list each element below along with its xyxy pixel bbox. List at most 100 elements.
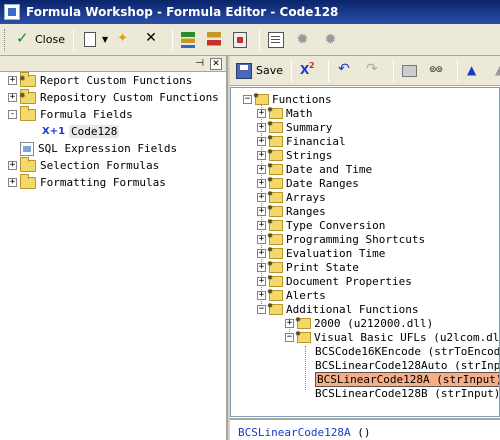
properties-button[interactable] (264, 28, 292, 52)
expand-icon[interactable]: + (8, 76, 17, 85)
tree-item-label: Strings (286, 148, 333, 162)
toolbar-separator (457, 59, 459, 82)
collapse-icon[interactable]: - (8, 110, 17, 119)
tree-item-function-library[interactable]: − Visual Basic UFLs (u2lcom.dll) (285, 328, 500, 344)
tree-item-label: BCSLinearCode128A (strInput) (315, 371, 499, 387)
chevron-down-icon[interactable]: ▼ (102, 35, 108, 44)
options2-button[interactable] (320, 28, 348, 52)
expand-icon[interactable]: + (257, 234, 266, 244)
tree-item-function[interactable]: BCSLinearCode128B (strInput) (315, 386, 499, 400)
bookmark-icon (466, 63, 482, 79)
expand-icon[interactable]: + (257, 290, 266, 300)
tree-item-label: Print State (286, 260, 359, 274)
document-icon (268, 31, 285, 48)
tree-item-code128[interactable]: X+1 Code128 (0, 123, 226, 140)
formula-text-area[interactable]: BCSLinearCode128A () (230, 418, 500, 440)
title-bar: Formula Workshop - Formula Editor - Code… (0, 0, 500, 24)
tree-item-sql-expression-fields[interactable]: SQL Expression Fields (0, 140, 226, 157)
tree-item-label: Math (286, 106, 313, 120)
workshop-tree-pane: ⊣ ✕ + Report Custom Functions + Reposito… (0, 56, 228, 440)
save-button-label: Save (256, 64, 284, 77)
tree-item-label: Formatting Formulas (40, 176, 166, 189)
expand-icon[interactable]: + (8, 93, 17, 102)
tree-item-repository-custom-functions[interactable]: + Repository Custom Functions (0, 88, 226, 106)
browse-data-button[interactable] (398, 59, 425, 83)
tree-item-selection-formulas[interactable]: + Selection Formulas (0, 156, 226, 174)
undo-icon (337, 61, 353, 79)
tree-item-function-category[interactable]: + Evaluation Time (257, 244, 385, 260)
pin-icon[interactable]: ⊣ (195, 58, 204, 69)
monitor-icon (402, 64, 418, 77)
browse-button[interactable] (229, 28, 255, 52)
tree-item-label: Functions (272, 92, 332, 106)
toolbar-separator (172, 28, 174, 51)
bookmark-button[interactable] (462, 59, 490, 83)
expert-button[interactable] (112, 28, 140, 52)
editor-toolbar: Save (230, 56, 500, 86)
save-icon (236, 62, 252, 79)
expand-icon[interactable]: + (257, 136, 266, 146)
check-formula-icon (300, 61, 316, 79)
expand-icon[interactable]: + (257, 122, 266, 132)
options-button[interactable] (292, 28, 320, 52)
toolbar-grip[interactable] (4, 28, 7, 51)
tree-item-report-custom-functions[interactable]: + Report Custom Functions (0, 71, 226, 89)
functions-tree[interactable]: − Functions + Math + Summary + Financial + Stri… (230, 87, 500, 417)
tree-item-label: BCSLinearCode128Auto (strInput) (315, 358, 500, 372)
expand-icon[interactable]: + (285, 318, 294, 328)
tree-item-formatting-formulas[interactable]: + Formatting Formulas (0, 173, 226, 191)
close-button[interactable]: Close (11, 28, 69, 52)
tree-item-label: Visual Basic UFLs (u2lcom.dll) (314, 330, 500, 344)
tree-item-function[interactable]: BCSLinearCode128A (strInput) (315, 371, 499, 387)
tree-icon (181, 31, 196, 48)
expand-icon[interactable]: + (257, 192, 266, 202)
tree-item-function-category[interactable]: − Additional Functions (257, 300, 418, 316)
tree-item-function-library[interactable]: +2000 (u212000.dll) (285, 314, 433, 330)
tree-item-functions[interactable]: − Functions (243, 90, 332, 106)
collapse-icon[interactable]: − (257, 304, 266, 314)
tree-item-function[interactable]: BCSCode16KEncode (strToEncode) (315, 344, 499, 358)
folder-icon (295, 328, 311, 343)
tree-item-label: Document Properties (286, 274, 412, 288)
find-button[interactable] (425, 59, 453, 83)
expand-icon[interactable]: + (257, 220, 266, 230)
redo-button[interactable] (361, 59, 389, 83)
tree-item-function-category[interactable]: + Document Properties (257, 272, 412, 288)
check-formula-button[interactable] (296, 59, 324, 83)
toggle-tree-red-button[interactable] (203, 28, 229, 52)
tree-item-function-category[interactable]: + Programming Shortcuts (257, 230, 425, 246)
folder-icon (20, 156, 36, 172)
tree-item-function-category[interactable]: + Date and Time (257, 160, 372, 176)
tree-item-label: Alerts (286, 288, 326, 302)
tree-item-formula-fields[interactable]: - Formula Fields (0, 105, 226, 123)
delete-button[interactable] (140, 28, 168, 52)
tree-item-function-category[interactable]: + Type Conversion (257, 216, 385, 232)
tree-item-label: Report Custom Functions (40, 74, 193, 87)
tree-item-label: SQL Expression Fields (38, 142, 178, 155)
wand-icon (116, 31, 132, 48)
new-page-icon (83, 32, 96, 47)
expand-icon[interactable]: + (257, 108, 266, 118)
collapse-icon[interactable]: − (285, 332, 294, 342)
expand-icon[interactable]: + (257, 262, 266, 272)
formula-editor-pane: Save − (230, 56, 500, 440)
toggle-tree-button[interactable] (177, 28, 203, 52)
close-icon[interactable]: ✕ (210, 57, 222, 70)
undo-button[interactable] (333, 59, 361, 83)
expand-icon[interactable]: + (8, 161, 17, 170)
expand-icon[interactable]: + (257, 248, 266, 258)
expand-icon[interactable]: + (8, 178, 17, 187)
expand-icon[interactable]: + (257, 150, 266, 160)
new-button[interactable]: ▼ (78, 28, 112, 52)
browse-icon (233, 31, 248, 48)
save-button[interactable]: Save (232, 59, 287, 83)
expand-icon[interactable]: + (257, 276, 266, 286)
collapse-icon[interactable]: − (243, 94, 252, 104)
clear-bookmark-button[interactable] (490, 59, 500, 83)
tree-item-function-category[interactable]: + Math (257, 104, 313, 120)
expand-icon[interactable]: + (257, 206, 266, 216)
delete-icon (144, 30, 160, 48)
expand-icon[interactable]: + (257, 164, 266, 174)
tree-item-function[interactable]: BCSLinearCode128Auto (strInput) (315, 358, 500, 372)
expand-icon[interactable]: + (257, 178, 266, 188)
